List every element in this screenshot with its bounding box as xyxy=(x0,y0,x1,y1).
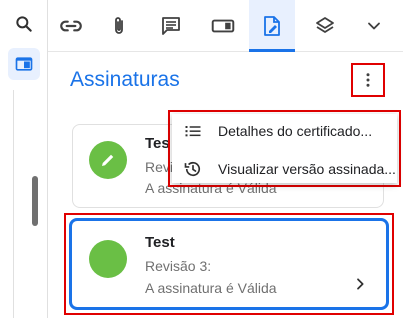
panel-title: Assinaturas xyxy=(70,68,180,91)
attachment-button[interactable] xyxy=(96,0,142,52)
signature-button[interactable] xyxy=(249,0,295,52)
comment-button[interactable] xyxy=(148,0,194,52)
signature-revision: Revisão 3: xyxy=(145,258,212,274)
left-rail xyxy=(0,0,48,318)
menu-item-label: Visualizar versão assinada... xyxy=(218,161,396,177)
rail-scrollbar[interactable] xyxy=(32,176,38,226)
annotation-toolbar xyxy=(48,0,403,52)
search-button[interactable] xyxy=(8,8,40,40)
layers-icon xyxy=(316,17,334,33)
pencil-icon xyxy=(102,154,114,166)
signature-icon xyxy=(264,16,280,36)
list-icon xyxy=(182,120,204,142)
link-icon xyxy=(60,20,82,32)
layers-button[interactable] xyxy=(302,0,348,52)
more-tools-button[interactable] xyxy=(351,0,397,52)
signature-status-avatar xyxy=(89,240,127,278)
signer-name: Test xyxy=(145,234,175,251)
more-vert-icon xyxy=(366,73,370,87)
more-options-button[interactable] xyxy=(351,63,385,97)
menu-item-view-signed-version[interactable]: Visualizar versão assinada... xyxy=(172,154,397,184)
signature-panel-screen: Assinaturas Tes Revis A assinatura é Vál… xyxy=(0,0,403,318)
options-menu: Detalhes do certificado... Visualizar ve… xyxy=(172,114,397,183)
menu-item-certificate-details[interactable]: Detalhes do certificado... xyxy=(172,116,397,146)
signer-name: Tes xyxy=(145,135,170,152)
link-button[interactable] xyxy=(48,0,94,52)
signature-status: A assinatura é Válida xyxy=(145,280,277,296)
side-panel-icon xyxy=(15,57,33,71)
menu-item-label: Detalhes do certificado... xyxy=(218,123,373,139)
chevron-down-icon xyxy=(368,22,380,30)
signature-status-avatar xyxy=(89,141,127,179)
comment-icon xyxy=(162,17,180,35)
signature-card-selected[interactable]: Test Revisão 3: A assinatura é Válida xyxy=(69,218,389,310)
chevron-right-icon[interactable] xyxy=(352,276,368,292)
page-thumbnail-strip xyxy=(0,90,14,318)
search-icon xyxy=(16,16,32,32)
history-icon xyxy=(182,158,204,180)
form-field-button[interactable] xyxy=(200,0,246,52)
side-panel-button[interactable] xyxy=(8,48,40,80)
form-field-icon xyxy=(211,19,235,33)
attachment-icon xyxy=(115,17,123,34)
